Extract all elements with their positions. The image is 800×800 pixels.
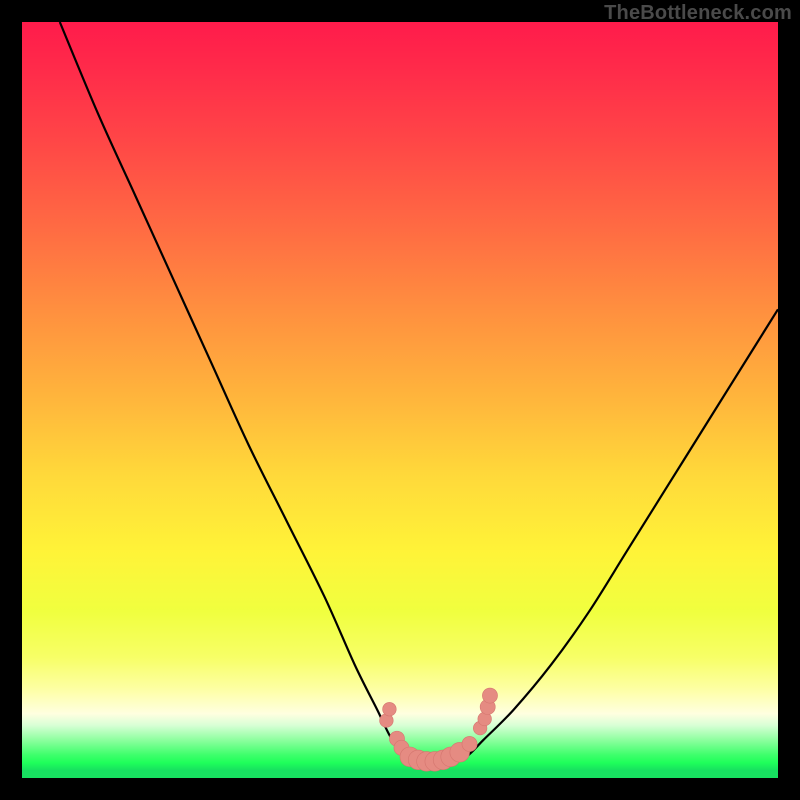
bottleneck-curve bbox=[60, 22, 778, 763]
curve-marker bbox=[383, 702, 397, 716]
curve-marker bbox=[482, 688, 497, 703]
curve-markers bbox=[380, 688, 498, 771]
watermark-text: TheBottleneck.com bbox=[604, 2, 792, 25]
chart-svg bbox=[22, 22, 778, 778]
chart-frame: TheBottleneck.com bbox=[0, 0, 800, 800]
curve-marker bbox=[462, 736, 477, 751]
